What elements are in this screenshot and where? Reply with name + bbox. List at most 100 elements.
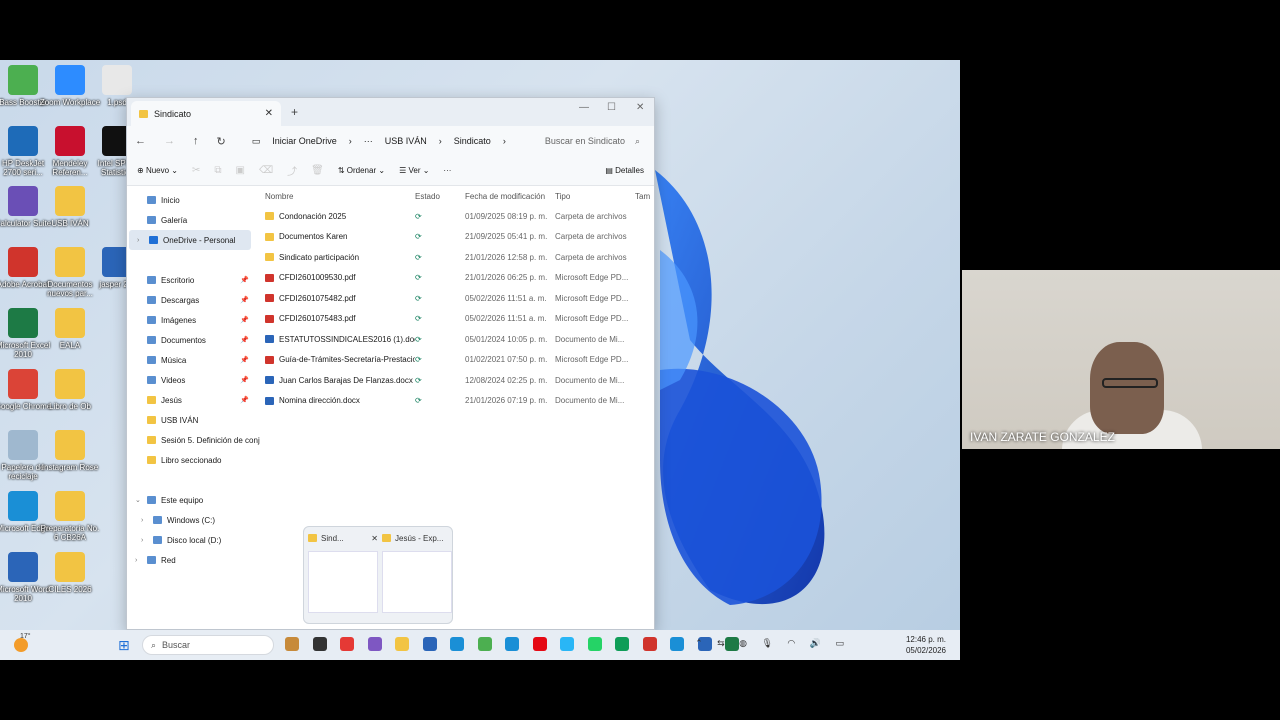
table-row[interactable]: Juan Carlos Barajas De Flanzas.docx ⟳ 12/0… <box>253 370 654 391</box>
edge-icon[interactable] <box>505 637 519 651</box>
tab-sindicato[interactable]: Sindicato ✕ <box>131 101 281 126</box>
doc-icon <box>265 376 274 385</box>
forward-icon[interactable]: → <box>164 135 175 147</box>
search-input[interactable]: Buscar en Sindicato <box>545 136 625 146</box>
nav-item[interactable]: Libro seccionado <box>127 450 253 470</box>
column-type[interactable]: Tipo <box>555 192 635 201</box>
new-tab-button[interactable]: + <box>291 105 298 119</box>
details-button[interactable]: ▤ Detalles <box>605 166 644 175</box>
copy-icon[interactable]: ⧉ <box>214 165 221 176</box>
preview-window-1[interactable]: Sind... ✕ <box>308 531 378 613</box>
table-row[interactable]: Condonación 2025 ⟳ 01/09/2025 08:19 p. m. C… <box>253 206 654 227</box>
terminal-icon[interactable] <box>312 637 327 651</box>
file-name: CFDI2601075482.pdf <box>279 293 356 303</box>
chevron-right-icon[interactable]: › <box>141 517 143 524</box>
table-row[interactable]: Guía-de-Trámites-Secretaría-Prestacione.… <box>253 350 654 371</box>
breadcrumb[interactable]: ▭ Iniciar OneDrive › ··· USB IVÁN › Sind… <box>252 136 506 147</box>
up-icon[interactable]: ↑ <box>193 135 199 147</box>
cut-icon[interactable]: ✂ <box>192 165 200 176</box>
nav-item[interactable]: Imágenes 📌 <box>127 310 253 330</box>
reader-icon[interactable] <box>285 637 299 651</box>
app-icon[interactable] <box>560 637 574 651</box>
nav-item[interactable]: Galería <box>127 210 253 230</box>
desktop-icon[interactable]: EALA <box>39 308 101 350</box>
maximize-icon[interactable]: ☐ <box>607 102 616 113</box>
desktop-icon[interactable]: Instagram Rose <box>39 430 101 472</box>
close-tab-icon[interactable]: ✕ <box>265 108 273 119</box>
onedrive-icon[interactable] <box>450 637 464 651</box>
file-name-cell: CFDI2601009530.pdf <box>253 273 415 282</box>
nav-item[interactable]: Música 📌 <box>127 350 253 370</box>
sort-button[interactable]: ⇅ Ordenar ⌄ <box>338 166 385 175</box>
table-row[interactable]: CFDI2601009530.pdf ⟳ 21/01/2026 06:25 p. m… <box>253 268 654 289</box>
table-row[interactable]: Nomina dirección.docx ⟳ 21/01/2026 07:19 p… <box>253 391 654 412</box>
nav-item[interactable]: › Red <box>127 550 253 570</box>
nav-item[interactable]: Inicio <box>127 190 253 210</box>
column-date[interactable]: Fecha de modificación <box>465 192 555 201</box>
column-name[interactable]: Nombre <box>253 192 415 201</box>
new-button[interactable]: ⊕ Nuevo ⌄ <box>137 166 178 175</box>
breadcrumb-item[interactable]: USB IVÁN <box>385 136 427 146</box>
delete-icon[interactable]: 🗑 <box>311 165 324 176</box>
nav-item[interactable]: Descargas 📌 <box>127 290 253 310</box>
app-icon[interactable] <box>615 637 629 651</box>
start-icon[interactable]: ⊞ <box>118 637 130 654</box>
nav-item[interactable]: › OneDrive - Personal <box>129 230 251 250</box>
minimize-icon[interactable]: — <box>579 102 589 113</box>
table-row[interactable]: ESTATUTOSSINDICALES2016 (1).docx ⟳ 05/01/2… <box>253 329 654 350</box>
column-status[interactable]: Estado <box>415 192 465 201</box>
share-icon[interactable]: ⤴ <box>287 163 297 178</box>
system-tray-icons[interactable]: ⌃ ⇆ ◍ 🎙 ◠ 🔊 ▭ <box>695 638 850 649</box>
more-button[interactable]: ··· <box>443 166 451 175</box>
desktop-icon[interactable]: Preparatoria No. 6 CB26A <box>39 491 101 542</box>
edge-icon[interactable] <box>670 637 684 651</box>
nav-item[interactable]: › Disco local (D:) <box>127 530 253 550</box>
nav-item[interactable]: › Windows (C:) <box>127 510 253 530</box>
close-window-icon[interactable]: ✕ <box>636 102 644 113</box>
preview-window-2[interactable]: Jesús - Exp... <box>382 531 452 613</box>
nav-item[interactable]: ⌄ Este equipo <box>127 490 253 510</box>
app-icon[interactable] <box>477 637 492 651</box>
chevron-right-icon[interactable]: › <box>135 557 137 564</box>
nav-item[interactable]: Videos 📌 <box>127 370 253 390</box>
copilot-icon[interactable] <box>367 637 382 651</box>
rename-icon[interactable]: ⌫ <box>259 165 273 176</box>
chevron-right-icon[interactable]: › <box>137 237 139 244</box>
store-icon[interactable] <box>422 637 437 651</box>
desktop-icon[interactable]: Libro de Ob <box>39 369 101 411</box>
nav-item[interactable]: Escritorio 📌 <box>127 270 253 290</box>
breadcrumb-item[interactable]: Iniciar OneDrive <box>272 136 337 146</box>
search-box[interactable]: Buscar en Sindicato ⌕ <box>545 136 640 147</box>
breadcrumb-item[interactable]: ··· <box>364 136 373 146</box>
column-size[interactable]: Tam <box>635 192 650 201</box>
weather-icon[interactable] <box>14 638 28 652</box>
nav-item[interactable]: Sesión 5. Definición de conj <box>127 430 260 450</box>
acrobat-icon[interactable] <box>642 637 657 651</box>
netflix-icon[interactable] <box>532 637 547 651</box>
refresh-icon[interactable]: ↻ <box>217 135 226 148</box>
file-type: Carpeta de archivos <box>555 252 627 262</box>
nav-item[interactable]: USB IVÁN <box>127 410 253 430</box>
network-icon <box>147 556 156 564</box>
table-row[interactable]: CFDI2601075482.pdf ⟳ 05/02/2026 11:51 a. m… <box>253 288 654 309</box>
table-row[interactable]: Documentos Karen ⟳ 21/09/2025 05:41 p. m. C… <box>253 227 654 248</box>
youtube-icon[interactable] <box>340 637 354 651</box>
clock[interactable]: 12:46 p. m. 05/02/2026 <box>906 634 946 656</box>
file-explorer-icon[interactable] <box>395 637 409 651</box>
close-icon[interactable]: ✕ <box>371 534 378 543</box>
breadcrumb-item[interactable]: Sindicato <box>454 136 491 146</box>
desktop-icon-label: EALA <box>59 341 81 350</box>
chevron-right-icon[interactable]: › <box>141 537 143 544</box>
desktop-icon[interactable]: USB IVÁN <box>39 186 101 228</box>
chevron-down-icon[interactable]: ⌄ <box>135 496 141 504</box>
view-button[interactable]: ☰ Ver ⌄ <box>399 166 429 175</box>
desktop-icon[interactable]: CILES 2026 <box>39 552 101 594</box>
back-icon[interactable]: ← <box>135 135 146 147</box>
table-row[interactable]: Sindicato participación ⟳ 21/01/2026 12:58… <box>253 247 654 268</box>
paste-icon[interactable]: ▣ <box>236 165 245 176</box>
whatsapp-icon[interactable] <box>587 637 602 651</box>
table-row[interactable]: CFDI2601075483.pdf ⟳ 05/02/2026 11:51 a. m… <box>253 309 654 330</box>
nav-item[interactable]: Jesús 📌 <box>127 390 253 410</box>
nav-item[interactable]: Documentos 📌 <box>127 330 253 350</box>
taskbar-search[interactable]: ⌕ Buscar <box>142 635 274 655</box>
